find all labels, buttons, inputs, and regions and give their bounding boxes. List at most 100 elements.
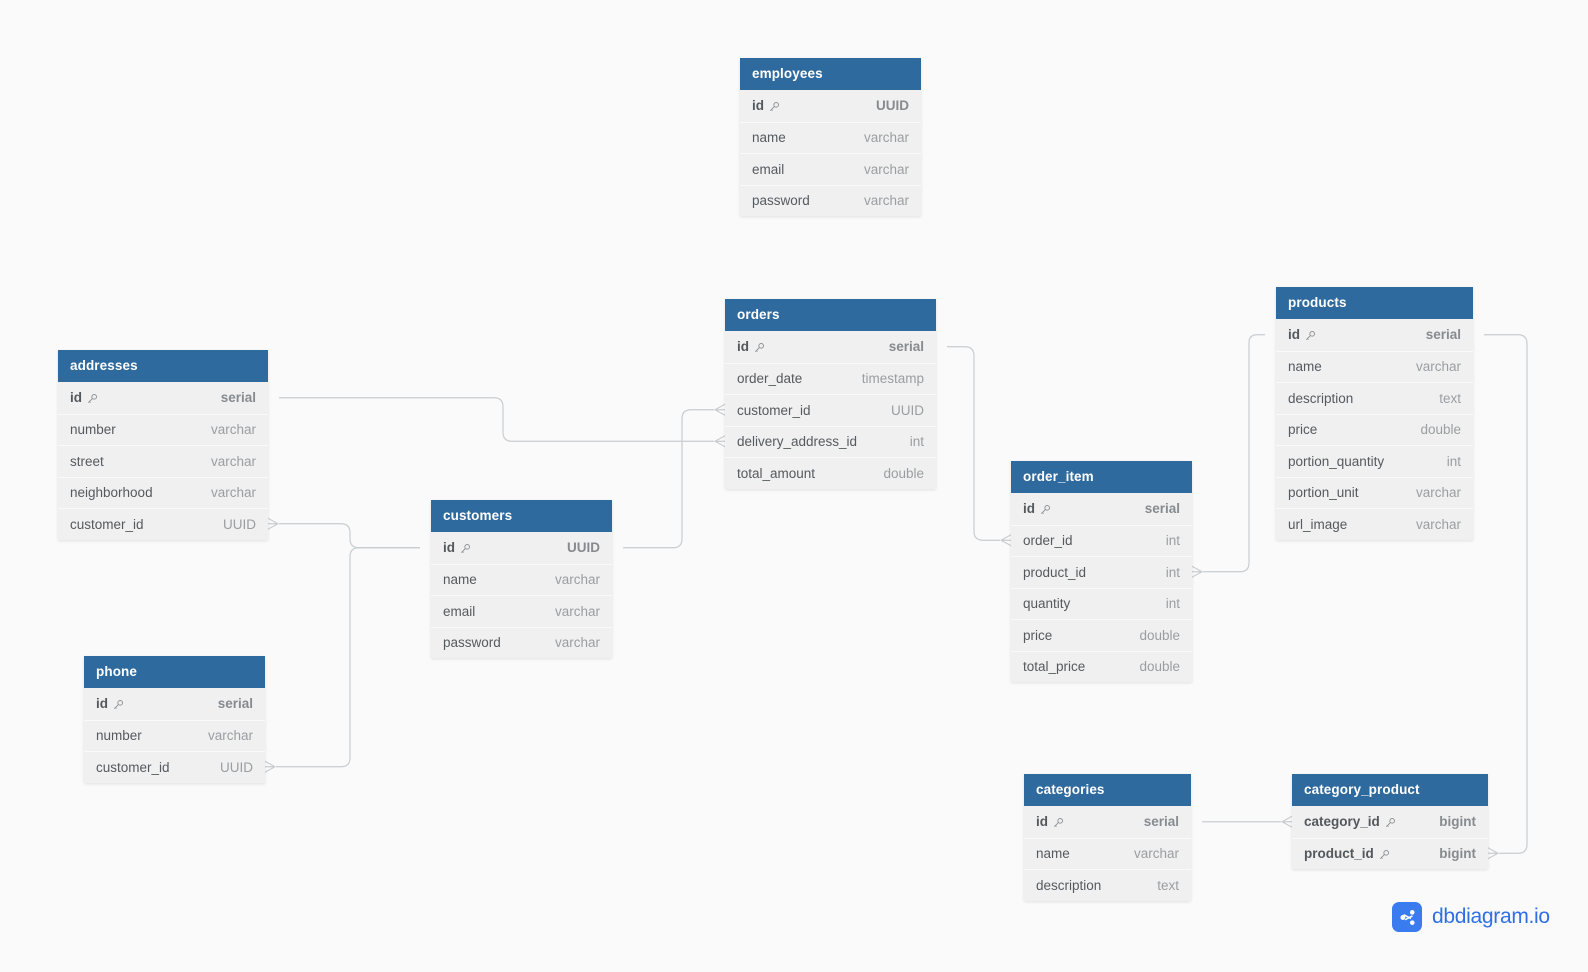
field-row[interactable]: id serial (1024, 806, 1191, 838)
table-category_product[interactable]: category_product category_id bigint product… (1292, 774, 1488, 869)
field-name: category_id (1304, 814, 1380, 830)
field-type: bigint (1439, 814, 1476, 830)
table-header-products[interactable]: products (1276, 287, 1473, 319)
field-row[interactable]: id serial (725, 331, 936, 363)
field-row[interactable]: description text (1024, 869, 1191, 901)
field-row[interactable]: product_id bigint (1292, 837, 1488, 869)
table-customers[interactable]: customers id UUID name varchar email varchar pa… (431, 500, 612, 658)
table-header-order_item[interactable]: order_item (1011, 461, 1192, 493)
field-row[interactable]: category_id bigint (1292, 806, 1488, 838)
table-categories[interactable]: categories id serial name varchar description… (1024, 774, 1191, 901)
field-name: name (1288, 359, 1322, 375)
field-type: varchar (210, 422, 256, 438)
field-type: serial (217, 696, 253, 712)
field-row[interactable]: url_image varchar (1276, 508, 1473, 540)
field-row[interactable]: name varchar (431, 563, 612, 595)
field-row[interactable]: name varchar (1024, 837, 1191, 869)
field-row[interactable]: id UUID (431, 532, 612, 564)
field-name: description (1036, 877, 1102, 893)
field-name: email (752, 161, 785, 177)
table-header-orders[interactable]: orders (725, 299, 936, 331)
field-type: serial (1425, 327, 1461, 343)
field-name-wrap: category_id (1304, 814, 1396, 829)
field-row[interactable]: name varchar (740, 121, 921, 153)
table-body-phone: id serial number varchar customer_id UUID (84, 688, 265, 783)
table-products[interactable]: products id serial name varchar description te… (1276, 287, 1473, 540)
table-header-addresses[interactable]: addresses (58, 350, 268, 382)
field-type: UUID (223, 516, 256, 532)
field-row[interactable]: email varchar (740, 153, 921, 185)
field-row[interactable]: total_amount double (725, 457, 936, 489)
field-name-wrap: number (70, 422, 116, 437)
field-name: password (443, 635, 501, 651)
field-type: UUID (876, 98, 909, 114)
table-phone[interactable]: phone id serial number varchar customer_id UUI… (84, 656, 265, 783)
field-row[interactable]: total_price double (1011, 650, 1192, 682)
field-type: varchar (863, 193, 909, 209)
field-row[interactable]: product_id int (1011, 556, 1192, 588)
field-row[interactable]: id serial (58, 382, 268, 414)
field-row[interactable]: street varchar (58, 445, 268, 477)
field-row[interactable]: neighborhood varchar (58, 476, 268, 508)
field-name-wrap: delivery_address_id (737, 434, 857, 449)
field-name-wrap: email (752, 162, 784, 177)
field-row[interactable]: delivery_address_id int (725, 425, 936, 457)
dbdiagram-brand[interactable]: dbdiagram.io (1392, 902, 1550, 932)
table-employees[interactable]: employees id UUID name varchar email varchar pa… (740, 58, 921, 216)
brand-label: dbdiagram.io (1432, 905, 1550, 928)
table-orders[interactable]: orders id serial order_date timestamp custome… (725, 299, 936, 489)
field-row[interactable]: id UUID (740, 90, 921, 122)
table-header-employees[interactable]: employees (740, 58, 921, 90)
field-row[interactable]: order_date timestamp (725, 362, 936, 394)
field-row[interactable]: id serial (1011, 493, 1192, 525)
field-row[interactable]: order_id int (1011, 524, 1192, 556)
table-addresses[interactable]: addresses id serial number varchar street varc… (58, 350, 268, 540)
field-row[interactable]: customer_id UUID (58, 508, 268, 540)
relationship-line (276, 547, 420, 768)
field-name: quantity (1023, 596, 1071, 612)
field-name: portion_unit (1288, 485, 1359, 501)
field-type: text (1157, 877, 1179, 893)
field-row[interactable]: id serial (1276, 319, 1473, 351)
field-name-wrap: url_image (1288, 517, 1347, 532)
table-header-category_product[interactable]: category_product (1292, 774, 1488, 806)
field-row[interactable]: description text (1276, 382, 1473, 414)
table-header-customers[interactable]: customers (431, 500, 612, 532)
field-name-wrap: customer_id (70, 517, 144, 532)
field-name-wrap: id (752, 98, 780, 113)
field-row[interactable]: quantity int (1011, 587, 1192, 619)
field-row[interactable]: name varchar (1276, 350, 1473, 382)
field-row[interactable]: price double (1276, 413, 1473, 445)
field-name: password (752, 193, 810, 209)
field-row[interactable]: id serial (84, 688, 265, 720)
table-order_item[interactable]: order_item id serial order_id int product_id i… (1011, 461, 1192, 682)
table-body-order_item: id serial order_id int product_id int quantity… (1011, 493, 1192, 682)
field-row[interactable]: price double (1011, 619, 1192, 651)
field-name-wrap: description (1036, 878, 1101, 893)
field-name: delivery_address_id (737, 434, 858, 450)
relationship-line (279, 523, 420, 549)
field-row[interactable]: password varchar (740, 184, 921, 216)
field-row[interactable]: customer_id UUID (84, 751, 265, 783)
field-row[interactable]: customer_id UUID (725, 394, 936, 426)
field-row[interactable]: portion_unit varchar (1276, 476, 1473, 508)
field-name-wrap: product_id (1304, 846, 1390, 861)
field-name: order_id (1023, 533, 1073, 549)
table-header-phone[interactable]: phone (84, 656, 265, 688)
field-row[interactable]: portion_quantity int (1276, 445, 1473, 477)
field-name-wrap: quantity (1023, 596, 1070, 611)
table-body-products: id serial name varchar description text price d… (1276, 319, 1473, 540)
table-header-categories[interactable]: categories (1024, 774, 1191, 806)
cardinality-many-marker (1486, 846, 1499, 860)
field-row[interactable]: email varchar (431, 595, 612, 627)
field-name: order_date (737, 371, 803, 387)
field-name-wrap: total_price (1023, 659, 1085, 674)
field-row[interactable]: number varchar (58, 413, 268, 445)
field-name: name (752, 130, 786, 146)
primary-key-icon (86, 393, 98, 405)
field-row[interactable]: number varchar (84, 719, 265, 751)
field-name-wrap: customer_id (96, 760, 170, 775)
diagram-canvas[interactable]: employees id UUID name varchar email varchar pa… (0, 0, 1588, 972)
field-row[interactable]: password varchar (431, 626, 612, 658)
field-name: street (70, 453, 104, 469)
